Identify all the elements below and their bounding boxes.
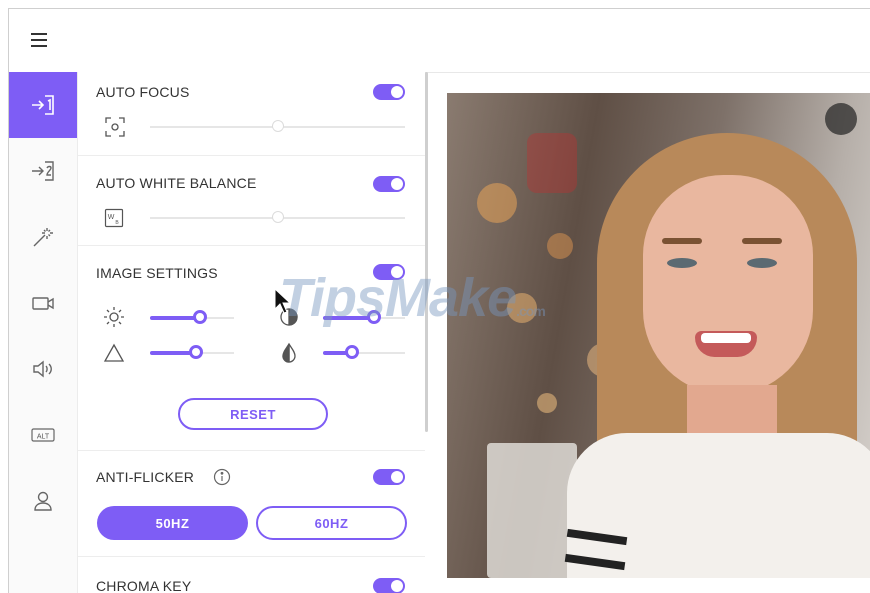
chroma-key-title: CHROMA KEY [96,578,192,593]
panel-scrollbar[interactable] [425,72,428,432]
white-balance-icon: W B [104,208,124,228]
sidebar-item-effects[interactable] [9,204,77,270]
image-settings-toggle[interactable] [373,264,405,280]
svg-text:W: W [108,214,115,221]
brightness-slider-knob[interactable] [193,310,208,324]
60hz-button[interactable]: 60HZ [256,506,407,540]
auto-focus-slider-knob[interactable] [271,120,284,132]
anti-flicker-section: ANTI-FLICKER [78,450,425,557]
user-icon [34,491,52,511]
contrast-slider[interactable] [150,345,234,359]
image-settings-title: IMAGE SETTINGS [96,265,218,281]
white-balance-slider-knob[interactable] [271,211,284,223]
sharpness-slider-knob[interactable] [344,345,359,359]
auto-white-balance-title: AUTO WHITE BALANCE [96,175,257,191]
sharpness-icon [282,342,296,363]
sidebar-item-input-1[interactable] [9,72,77,138]
auto-focus-title: AUTO FOCUS [96,84,190,100]
camera-icon [32,297,54,310]
input-2-icon [32,161,54,181]
input-1-icon [32,95,54,115]
info-icon[interactable] [213,468,231,486]
contrast-slider-knob[interactable] [189,345,204,359]
app-window: ALT AUTO FOCUS AUTO WHITE BALANCE W B IM… [8,8,870,593]
sharpness-slider[interactable] [323,345,405,359]
chroma-key-toggle[interactable] [373,578,405,593]
brightness-icon [104,307,124,327]
white-balance-slider[interactable] [150,211,405,223]
sidebar-item-account[interactable] [9,468,77,534]
magic-wand-icon [33,228,53,247]
auto-focus-section: AUTO FOCUS [78,72,425,156]
svg-text:ALT: ALT [37,434,50,441]
sidebar-item-input-2[interactable] [9,138,77,204]
saturation-slider-knob[interactable] [366,310,381,324]
mouse-cursor-icon [274,288,292,314]
chroma-key-section: CHROMA KEY [78,556,425,593]
brightness-slider[interactable] [150,310,234,324]
auto-white-balance-toggle[interactable] [373,176,405,192]
top-bar [9,9,870,73]
auto-focus-toggle[interactable] [373,84,405,100]
auto-focus-slider[interactable] [150,120,405,132]
camera-preview [447,93,870,578]
hamburger-icon[interactable] [31,33,47,47]
focus-icon [105,117,125,137]
anti-flicker-title: ANTI-FLICKER [96,469,195,485]
svg-text:B: B [115,220,119,226]
anti-flicker-toggle[interactable] [373,469,405,485]
reset-button[interactable]: RESET [178,398,328,430]
sidebar-item-alt[interactable]: ALT [9,402,77,468]
saturation-slider[interactable] [323,310,405,324]
settings-panel: AUTO FOCUS AUTO WHITE BALANCE W B IMAGE … [78,72,425,593]
speaker-icon [33,360,52,378]
alt-icon: ALT [31,428,55,442]
sidebar: ALT [9,72,78,593]
auto-white-balance-section: AUTO WHITE BALANCE W B [78,155,425,246]
50hz-button[interactable]: 50HZ [97,506,248,540]
sidebar-item-camera[interactable] [9,270,77,336]
contrast-icon [103,343,125,362]
sidebar-item-audio[interactable] [9,336,77,402]
